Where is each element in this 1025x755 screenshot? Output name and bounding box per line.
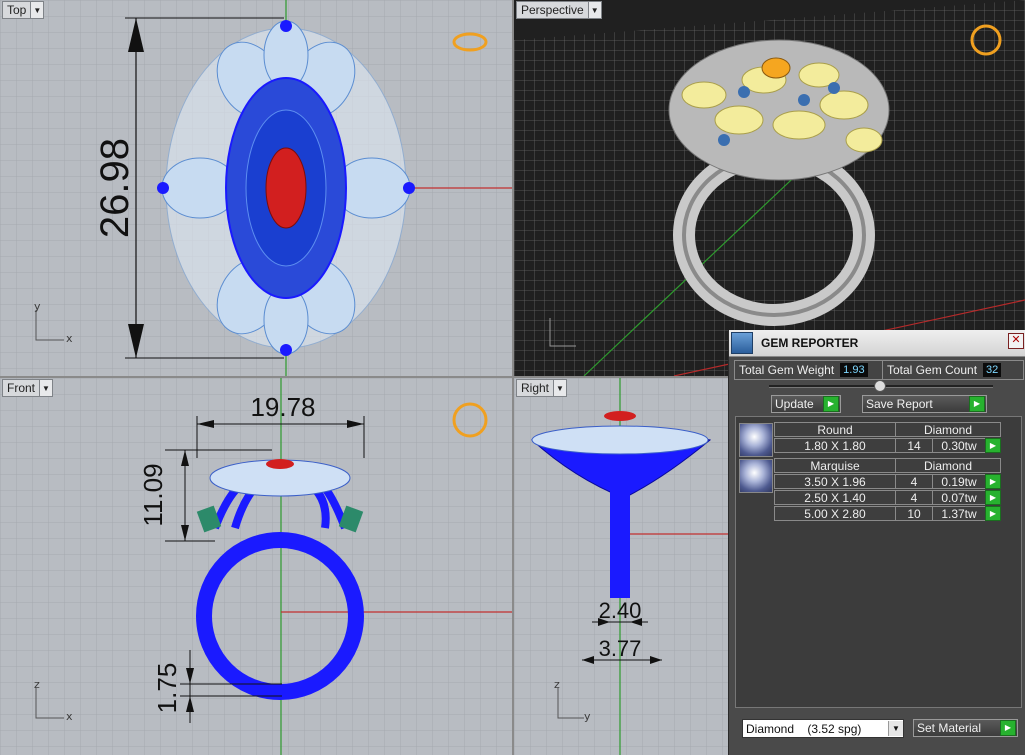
close-icon[interactable]: ✕ <box>1008 333 1024 349</box>
gem-reporter-panel: GEM REPORTER ✕ Total Gem Weight 1.93 Tot… <box>728 330 1025 755</box>
set-material-button[interactable]: Set Material ▶ <box>913 719 1018 737</box>
gem-reporter-app-icon <box>731 332 753 354</box>
update-button[interactable]: Update ▶ <box>771 395 841 413</box>
dimension-height-top: 26.98 <box>93 138 137 238</box>
dimension-band-front: 1.75 <box>152 663 182 714</box>
play-icon[interactable]: ▶ <box>985 438 1001 453</box>
gem-group-header: Marquise Diamond <box>774 458 1001 473</box>
right-scene: 2.40 3.77 <box>514 378 728 755</box>
gem-row: 1.80 X 1.80 14 0.30tw ▶ <box>774 438 1001 453</box>
viewport-label-front[interactable]: Front ▼ <box>2 379 54 397</box>
dimension-a-right: 2.40 <box>599 598 642 623</box>
viewport-label-top[interactable]: Top ▼ <box>2 1 45 19</box>
total-count-value: 32 <box>983 363 1002 377</box>
play-icon: ▶ <box>823 396 839 412</box>
gem-group-header: Round Diamond <box>774 422 1001 437</box>
play-icon: ▶ <box>969 396 985 412</box>
play-icon[interactable]: ▶ <box>985 506 1001 521</box>
chevron-down-icon[interactable]: ▼ <box>39 380 53 396</box>
gem-list: Round Diamond 1.80 X 1.80 14 0.30tw ▶ Ma… <box>735 416 1022 708</box>
dimension-b-right: 3.77 <box>599 636 642 661</box>
gem-row: 5.00 X 2.80 10 1.37tw ▶ <box>774 506 1001 521</box>
viewport-top[interactable]: 26.98 Top ▼ y x <box>0 0 512 376</box>
total-count-label: Total Gem Count <box>887 363 978 377</box>
dimension-width-front: 19.78 <box>250 392 315 422</box>
play-icon: ▶ <box>1000 720 1016 736</box>
marquise-gem-thumbnail-icon[interactable] <box>739 459 773 493</box>
total-weight-value: 1.93 <box>840 363 868 377</box>
play-icon[interactable]: ▶ <box>985 490 1001 505</box>
gem-row: 2.50 X 1.40 4 0.07tw ▶ <box>774 490 1001 505</box>
chevron-down-icon[interactable]: ▼ <box>888 721 903 736</box>
total-weight-label: Total Gem Weight <box>739 363 835 377</box>
save-report-button[interactable]: Save Report ▶ <box>862 395 987 413</box>
axis-label-y: y <box>584 710 591 723</box>
play-icon[interactable]: ▶ <box>985 474 1001 489</box>
gem-reporter-title: GEM REPORTER <box>761 336 859 350</box>
total-weight-row: Total Gem Weight 1.93 <box>734 360 884 380</box>
axis-label-y: y <box>34 300 41 313</box>
total-count-row: Total Gem Count 32 <box>882 360 1024 380</box>
viewport-front[interactable]: 19.78 11.09 1.75 Front ▼ z x <box>0 378 512 755</box>
axis-label-x: x <box>66 710 73 723</box>
axis-label-z: z <box>34 678 40 691</box>
viewport-label-perspective[interactable]: Perspective ▼ <box>516 1 602 19</box>
front-scene: 19.78 11.09 1.75 <box>0 378 512 755</box>
axis-label-z: z <box>554 678 560 691</box>
viewport-perspective[interactable]: Perspective ▼ <box>514 0 1025 376</box>
top-scene: 26.98 <box>0 0 512 376</box>
axis-label-x: x <box>66 332 73 345</box>
round-gem-thumbnail-icon[interactable] <box>739 423 773 457</box>
gem-row: 3.50 X 1.96 4 0.19tw ▶ <box>774 474 1001 489</box>
material-select[interactable]: Diamond (3.52 spg) ▼ <box>742 719 904 738</box>
chevron-down-icon[interactable]: ▼ <box>553 380 567 396</box>
chevron-down-icon[interactable]: ▼ <box>30 2 44 18</box>
report-slider-knob[interactable] <box>874 380 886 392</box>
viewport-right[interactable]: 2.40 3.77 Right ▼ z y <box>514 378 728 755</box>
perspective-scene <box>514 0 1025 376</box>
viewport-label-right[interactable]: Right ▼ <box>516 379 568 397</box>
chevron-down-icon[interactable]: ▼ <box>587 2 601 18</box>
dimension-height-front: 11.09 <box>138 463 168 526</box>
gem-reporter-titlebar[interactable]: GEM REPORTER ✕ <box>729 330 1025 357</box>
